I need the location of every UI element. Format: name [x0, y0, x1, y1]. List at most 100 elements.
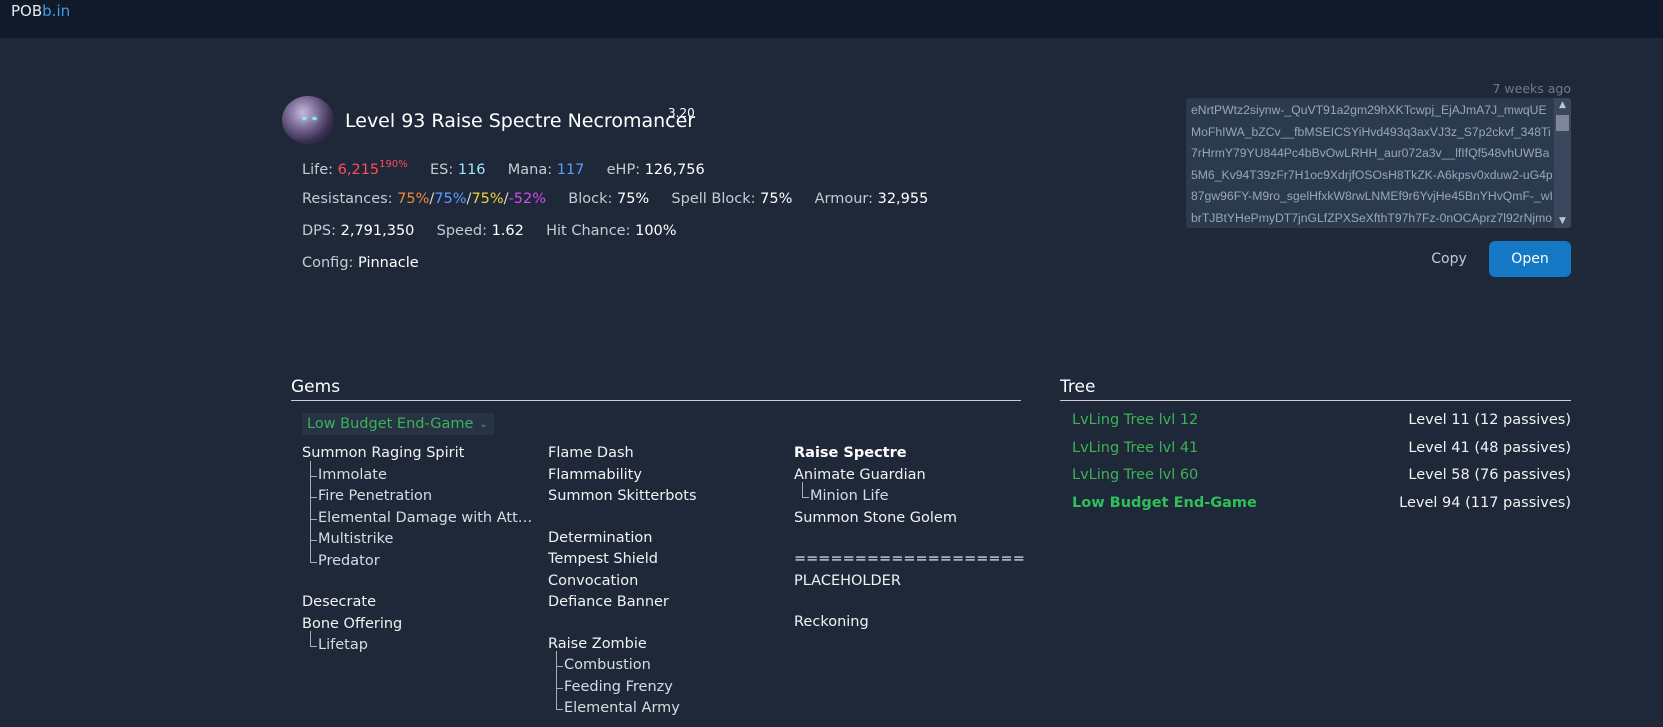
tree-name-link[interactable]: LvLing Tree lvl 12: [1072, 409, 1198, 431]
support-gem: Predator: [302, 546, 532, 573]
tree-level: Level 58 (76 passives): [1408, 467, 1571, 483]
build-title: Level 93 Raise Spectre Necromancer: [345, 110, 696, 132]
skill-gem: Summon Raging Spirit: [302, 445, 465, 461]
resistance-stats-line: Resistances: 75%/75%/75%/-52% Block: 75%…: [302, 191, 928, 207]
tree-level: Level 41 (48 passives): [1408, 439, 1571, 456]
chevron-down-icon: ⌄: [479, 419, 488, 430]
support-gem: Combustion: [548, 651, 778, 677]
tree-item[interactable]: LvLing Tree lvl 41 Level 41 (48 passives): [1072, 437, 1571, 459]
game-version: 3.20: [668, 106, 695, 120]
ehp-label: eHP:: [606, 162, 641, 178]
speed-value: 1.62: [491, 223, 524, 239]
gem-group-spacer: [548, 614, 778, 634]
support-gem: Elemental Damage with Att…: [302, 503, 532, 529]
tree-item[interactable]: LvLing Tree lvl 60 Level 58 (76 passives): [1072, 464, 1571, 486]
gem-group-spacer: [794, 592, 1024, 612]
support-gem: Lifetap: [302, 631, 532, 657]
tree-name-link[interactable]: Low Budget End-Game: [1072, 492, 1257, 514]
spell-block-value: 75%: [760, 191, 793, 207]
tree-item[interactable]: Low Budget End-Game Level 94 (117 passive…: [1072, 492, 1571, 514]
es-value: 116: [457, 162, 486, 178]
code-scrollbar[interactable]: ▲ ▼: [1554, 98, 1571, 228]
resistances-label: Resistances:: [302, 191, 393, 207]
skill-gem: Raise Zombie: [548, 635, 647, 652]
support-gem: Immolate: [302, 460, 532, 486]
dps-value: 2,791,350: [340, 223, 415, 239]
open-button[interactable]: Open: [1489, 241, 1571, 277]
tree-divider: [1060, 400, 1571, 401]
skill-gem: Reckoning: [794, 614, 869, 630]
support-gem: Fire Penetration: [302, 482, 532, 508]
build-code-textarea[interactable]: eNrtPWtz2siynw-_QuVT91a2gm29hXKTcwpj_EjA…: [1186, 98, 1571, 228]
hit-chance-value: 100%: [635, 223, 677, 239]
dps-label: DPS:: [302, 223, 336, 239]
life-label: Life:: [302, 162, 334, 178]
skill-gem: Summon Stone Golem: [794, 509, 957, 526]
life-value: 6,215: [337, 162, 380, 178]
support-gem: Elemental Army: [548, 694, 778, 720]
gems-heading: Gems: [291, 377, 341, 397]
top-bar: POBb.in: [0, 0, 1663, 38]
class-avatar: [282, 96, 334, 144]
config-label: Config:: [302, 255, 354, 271]
skill-gem: Animate Guardian: [794, 466, 926, 483]
hit-chance-label: Hit Chance:: [546, 223, 631, 239]
tree-level: Level 94 (117 passives): [1399, 494, 1571, 511]
mana-label: Mana:: [507, 162, 553, 178]
gem-column-1: Summon Raging Spirit Immolate Fire Penetra…: [302, 443, 532, 657]
gem-group-spacer: [794, 529, 1024, 549]
gems-divider: [291, 400, 1021, 401]
site-logo[interactable]: POBb.in: [11, 2, 70, 20]
scroll-thumb[interactable]: [1556, 115, 1569, 131]
support-gem: Minion Life: [794, 482, 1024, 508]
gem-group-spacer: [302, 572, 532, 592]
updated-timestamp: 7 weeks ago: [1492, 81, 1572, 96]
tree-level: Level 11 (12 passives): [1408, 412, 1571, 428]
tree-heading: Tree: [1060, 377, 1096, 397]
gem-column-2: Flame Dash Flammability Summon Skitterbots…: [548, 443, 778, 720]
life-percent: 190%: [379, 159, 408, 170]
speed-label: Speed:: [436, 223, 487, 239]
defense-stats-line: Life: 6,215190% ES: 116 Mana: 117 eHP: 1…: [302, 159, 705, 178]
cold-res-value: 75%: [434, 191, 467, 207]
es-label: ES:: [429, 162, 454, 178]
skill-set-select[interactable]: Low Budget End-Game ⌄: [302, 413, 494, 435]
skill-gem: Bone Offering: [302, 615, 403, 632]
skill-gem: ===================: [794, 551, 1025, 567]
copy-button[interactable]: Copy: [1418, 241, 1480, 277]
scroll-down-icon[interactable]: ▼: [1554, 214, 1571, 228]
skill-set-selected: Low Budget End-Game: [307, 416, 474, 432]
skill-gem: Summon Skitterbots: [548, 488, 697, 504]
offense-stats-line: DPS: 2,791,350 Speed: 1.62 Hit Chance: 1…: [302, 223, 677, 239]
logo-text-pob: POB: [11, 2, 43, 20]
support-gem: Feeding Frenzy: [548, 672, 778, 698]
ehp-value: 126,756: [644, 162, 705, 178]
gem-column-3: Raise Spectre Animate Guardian Minion Life…: [794, 443, 1025, 634]
tree-name-link[interactable]: LvLing Tree lvl 60: [1072, 464, 1198, 486]
lightning-res-value: 75%: [471, 191, 504, 207]
config-line: Config: Pinnacle: [302, 255, 419, 271]
mana-value: 117: [556, 162, 585, 178]
scroll-up-icon[interactable]: ▲: [1554, 98, 1571, 112]
skill-gem: Flame Dash: [548, 445, 634, 461]
chaos-res-value: -52%: [508, 191, 547, 207]
block-value: 75%: [616, 191, 650, 207]
armour-value: 32,955: [877, 191, 929, 207]
skill-gem: Desecrate: [302, 594, 376, 610]
skill-gem: Determination: [548, 529, 653, 546]
skill-gem: Flammability: [548, 466, 642, 483]
build-code-text: eNrtPWtz2siynw-_QuVT91a2gm29hXKTcwpj_EjA…: [1191, 103, 1553, 225]
support-gem: Multistrike: [302, 525, 532, 551]
logo-text-bin: b.in: [42, 2, 71, 20]
fire-res-value: 75%: [397, 191, 430, 207]
gem-group-spacer: [548, 508, 778, 528]
tree-name-link[interactable]: LvLing Tree lvl 41: [1072, 437, 1198, 459]
skill-gem: Tempest Shield: [548, 551, 658, 567]
config-value: Pinnacle: [358, 255, 419, 271]
block-label: Block:: [568, 191, 613, 207]
skill-gem: Convocation: [548, 572, 639, 589]
skill-gem: Raise Spectre: [794, 445, 907, 461]
tree-item[interactable]: LvLing Tree lvl 12 Level 11 (12 passives): [1072, 409, 1571, 431]
armour-label: Armour:: [814, 191, 873, 207]
spell-block-label: Spell Block:: [671, 191, 756, 207]
